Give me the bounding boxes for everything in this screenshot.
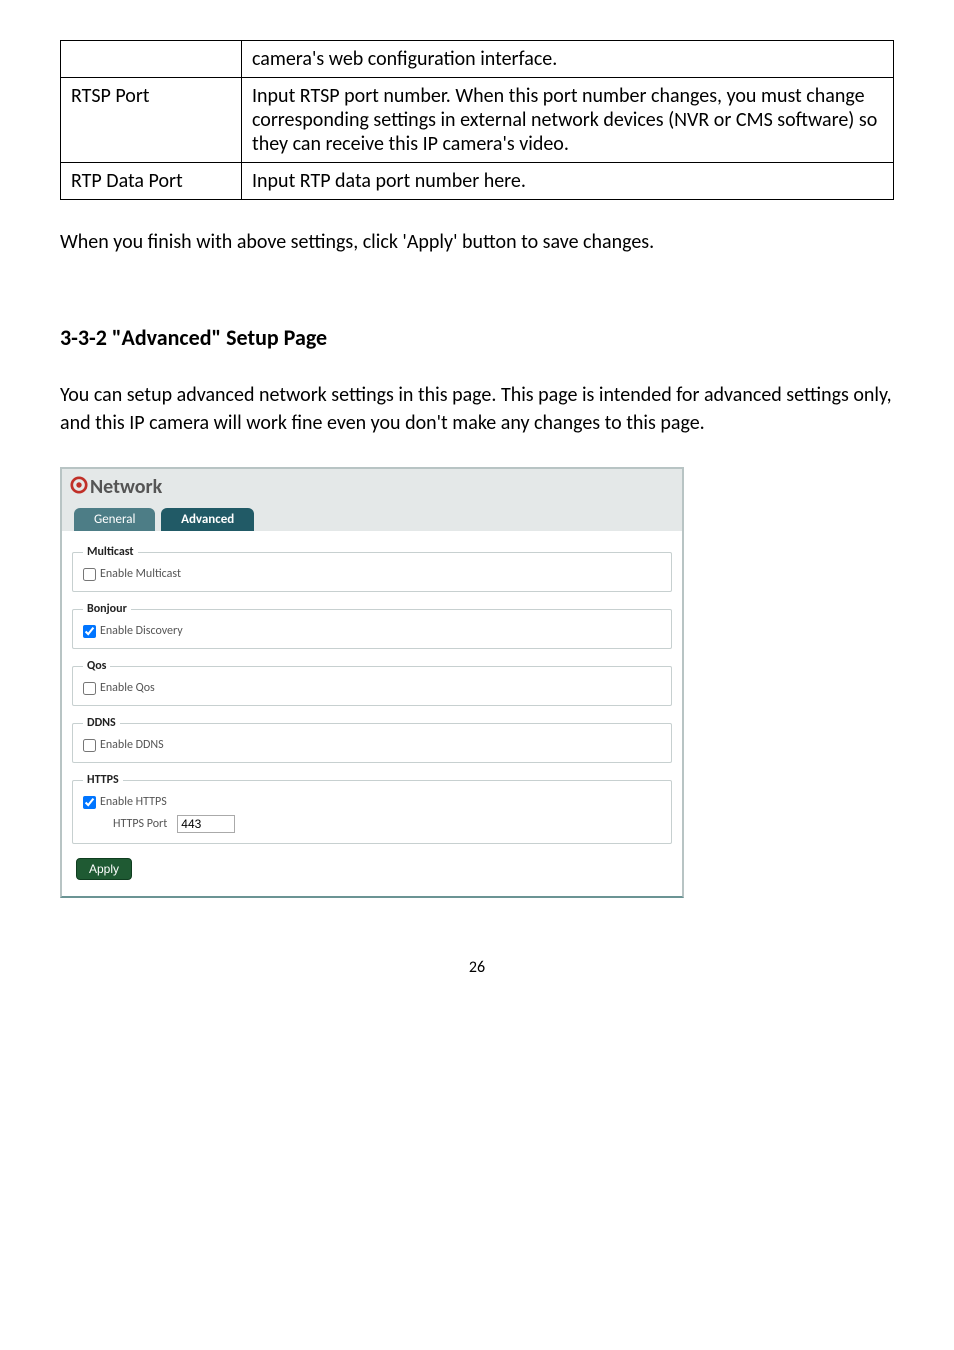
apply-button[interactable]: Apply <box>76 858 132 880</box>
enable-discovery-row[interactable]: Enable Discovery <box>83 624 661 638</box>
section-heading: 3-3-2 "Advanced" Setup Page <box>60 324 894 351</box>
network-settings-panel: Network General Advanced Multicast Enabl… <box>60 467 684 898</box>
multicast-legend: Multicast <box>83 545 138 559</box>
cell-camera-web: camera's web configuration interface. <box>242 41 894 78</box>
enable-multicast-row[interactable]: Enable Multicast <box>83 567 661 581</box>
https-port-label: HTTPS Port <box>113 817 167 831</box>
enable-https-checkbox[interactable] <box>83 796 96 809</box>
page-number: 26 <box>60 958 894 977</box>
cell-rtsp-port: RTSP Port <box>61 78 242 163</box>
table-row: RTSP Port Input RTSP port number. When t… <box>61 78 894 163</box>
section-description: You can setup advanced network settings … <box>60 381 894 437</box>
enable-discovery-label: Enable Discovery <box>100 624 183 638</box>
qos-legend: Qos <box>83 659 110 673</box>
https-group: HTTPS Enable HTTPS HTTPS Port <box>72 773 672 844</box>
bonjour-legend: Bonjour <box>83 602 131 616</box>
enable-discovery-checkbox[interactable] <box>83 625 96 638</box>
cell-blank <box>61 41 242 78</box>
cell-rtsp-port-desc: Input RTSP port number. When this port n… <box>242 78 894 163</box>
tab-general[interactable]: General <box>74 508 155 531</box>
apply-instruction: When you finish with above settings, cli… <box>60 230 894 254</box>
enable-ddns-row[interactable]: Enable DDNS <box>83 738 661 752</box>
multicast-group: Multicast Enable Multicast <box>72 545 672 592</box>
enable-ddns-checkbox[interactable] <box>83 739 96 752</box>
enable-ddns-label: Enable DDNS <box>100 738 164 752</box>
enable-qos-checkbox[interactable] <box>83 682 96 695</box>
port-settings-table: camera's web configuration interface. RT… <box>60 40 894 200</box>
ddns-group: DDNS Enable DDNS <box>72 716 672 763</box>
table-row: camera's web configuration interface. <box>61 41 894 78</box>
https-port-row: HTTPS Port <box>113 815 661 833</box>
https-port-input[interactable] <box>177 815 235 833</box>
panel-title: Network <box>90 475 162 499</box>
enable-multicast-checkbox[interactable] <box>83 568 96 581</box>
qos-group: Qos Enable Qos <box>72 659 672 706</box>
cell-rtp-port-desc: Input RTP data port number here. <box>242 163 894 200</box>
gear-icon <box>70 476 88 500</box>
enable-multicast-label: Enable Multicast <box>100 567 181 581</box>
enable-qos-row[interactable]: Enable Qos <box>83 681 661 695</box>
https-legend: HTTPS <box>83 773 123 787</box>
enable-qos-label: Enable Qos <box>100 681 155 695</box>
cell-rtp-port: RTP Data Port <box>61 163 242 200</box>
tab-bar: General Advanced <box>62 500 682 531</box>
ddns-legend: DDNS <box>83 716 120 730</box>
enable-https-row[interactable]: Enable HTTPS <box>83 795 661 809</box>
bonjour-group: Bonjour Enable Discovery <box>72 602 672 649</box>
panel-title-row: Network <box>62 469 682 500</box>
tab-advanced[interactable]: Advanced <box>161 508 254 531</box>
table-row: RTP Data Port Input RTP data port number… <box>61 163 894 200</box>
enable-https-label: Enable HTTPS <box>100 795 167 809</box>
panel-body: Multicast Enable Multicast Bonjour Enabl… <box>62 531 682 896</box>
